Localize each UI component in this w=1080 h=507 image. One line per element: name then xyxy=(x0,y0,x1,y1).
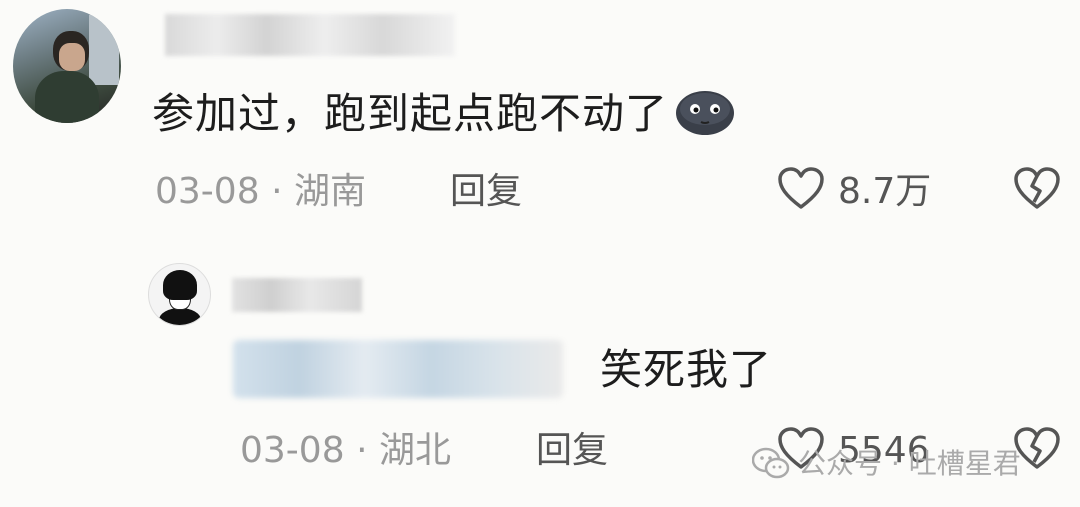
reply-button[interactable]: 回复 xyxy=(536,426,608,476)
comment-text: 参加过，跑到起点跑不动了 xyxy=(152,84,736,144)
like-count: 8.7万 xyxy=(838,171,932,212)
like-button[interactable] xyxy=(777,166,825,216)
comment-location: 湖南 xyxy=(293,171,366,212)
blurred-mention xyxy=(233,340,563,398)
comment-text-content: 参加过，跑到起点跑不动了 xyxy=(152,89,669,138)
watermark: 公众号 · 吐槽星君 xyxy=(752,445,1021,483)
comment-date: 03-08 xyxy=(155,171,260,212)
broken-heart-icon xyxy=(1014,167,1060,209)
avatar-background xyxy=(89,15,119,85)
comment-date: 03-08 xyxy=(240,430,345,471)
dislike-button[interactable] xyxy=(1013,166,1061,216)
dark-moon-face-emoji-icon xyxy=(674,89,736,137)
watermark-text: 公众号 · 吐槽星君 xyxy=(798,447,1021,480)
comment-meta: 03-08 · 湖南 xyxy=(155,167,366,217)
heart-icon xyxy=(778,167,824,209)
wechat-icon xyxy=(752,447,790,479)
blurred-username[interactable] xyxy=(232,278,362,312)
avatar-face xyxy=(59,43,85,71)
meta-separator: · xyxy=(356,430,368,471)
comment-location: 湖北 xyxy=(378,430,451,471)
reply-button[interactable]: 回复 xyxy=(450,167,522,217)
meta-separator: · xyxy=(271,171,283,212)
avatar-body xyxy=(159,308,201,325)
comment-text: 笑死我了 xyxy=(600,345,773,394)
avatar-body xyxy=(35,71,99,123)
avatar[interactable] xyxy=(13,9,121,123)
avatar-hair xyxy=(163,270,197,300)
avatar[interactable] xyxy=(148,263,211,326)
comment-meta: 03-08 · 湖北 xyxy=(240,426,451,476)
blurred-username[interactable] xyxy=(165,14,455,56)
